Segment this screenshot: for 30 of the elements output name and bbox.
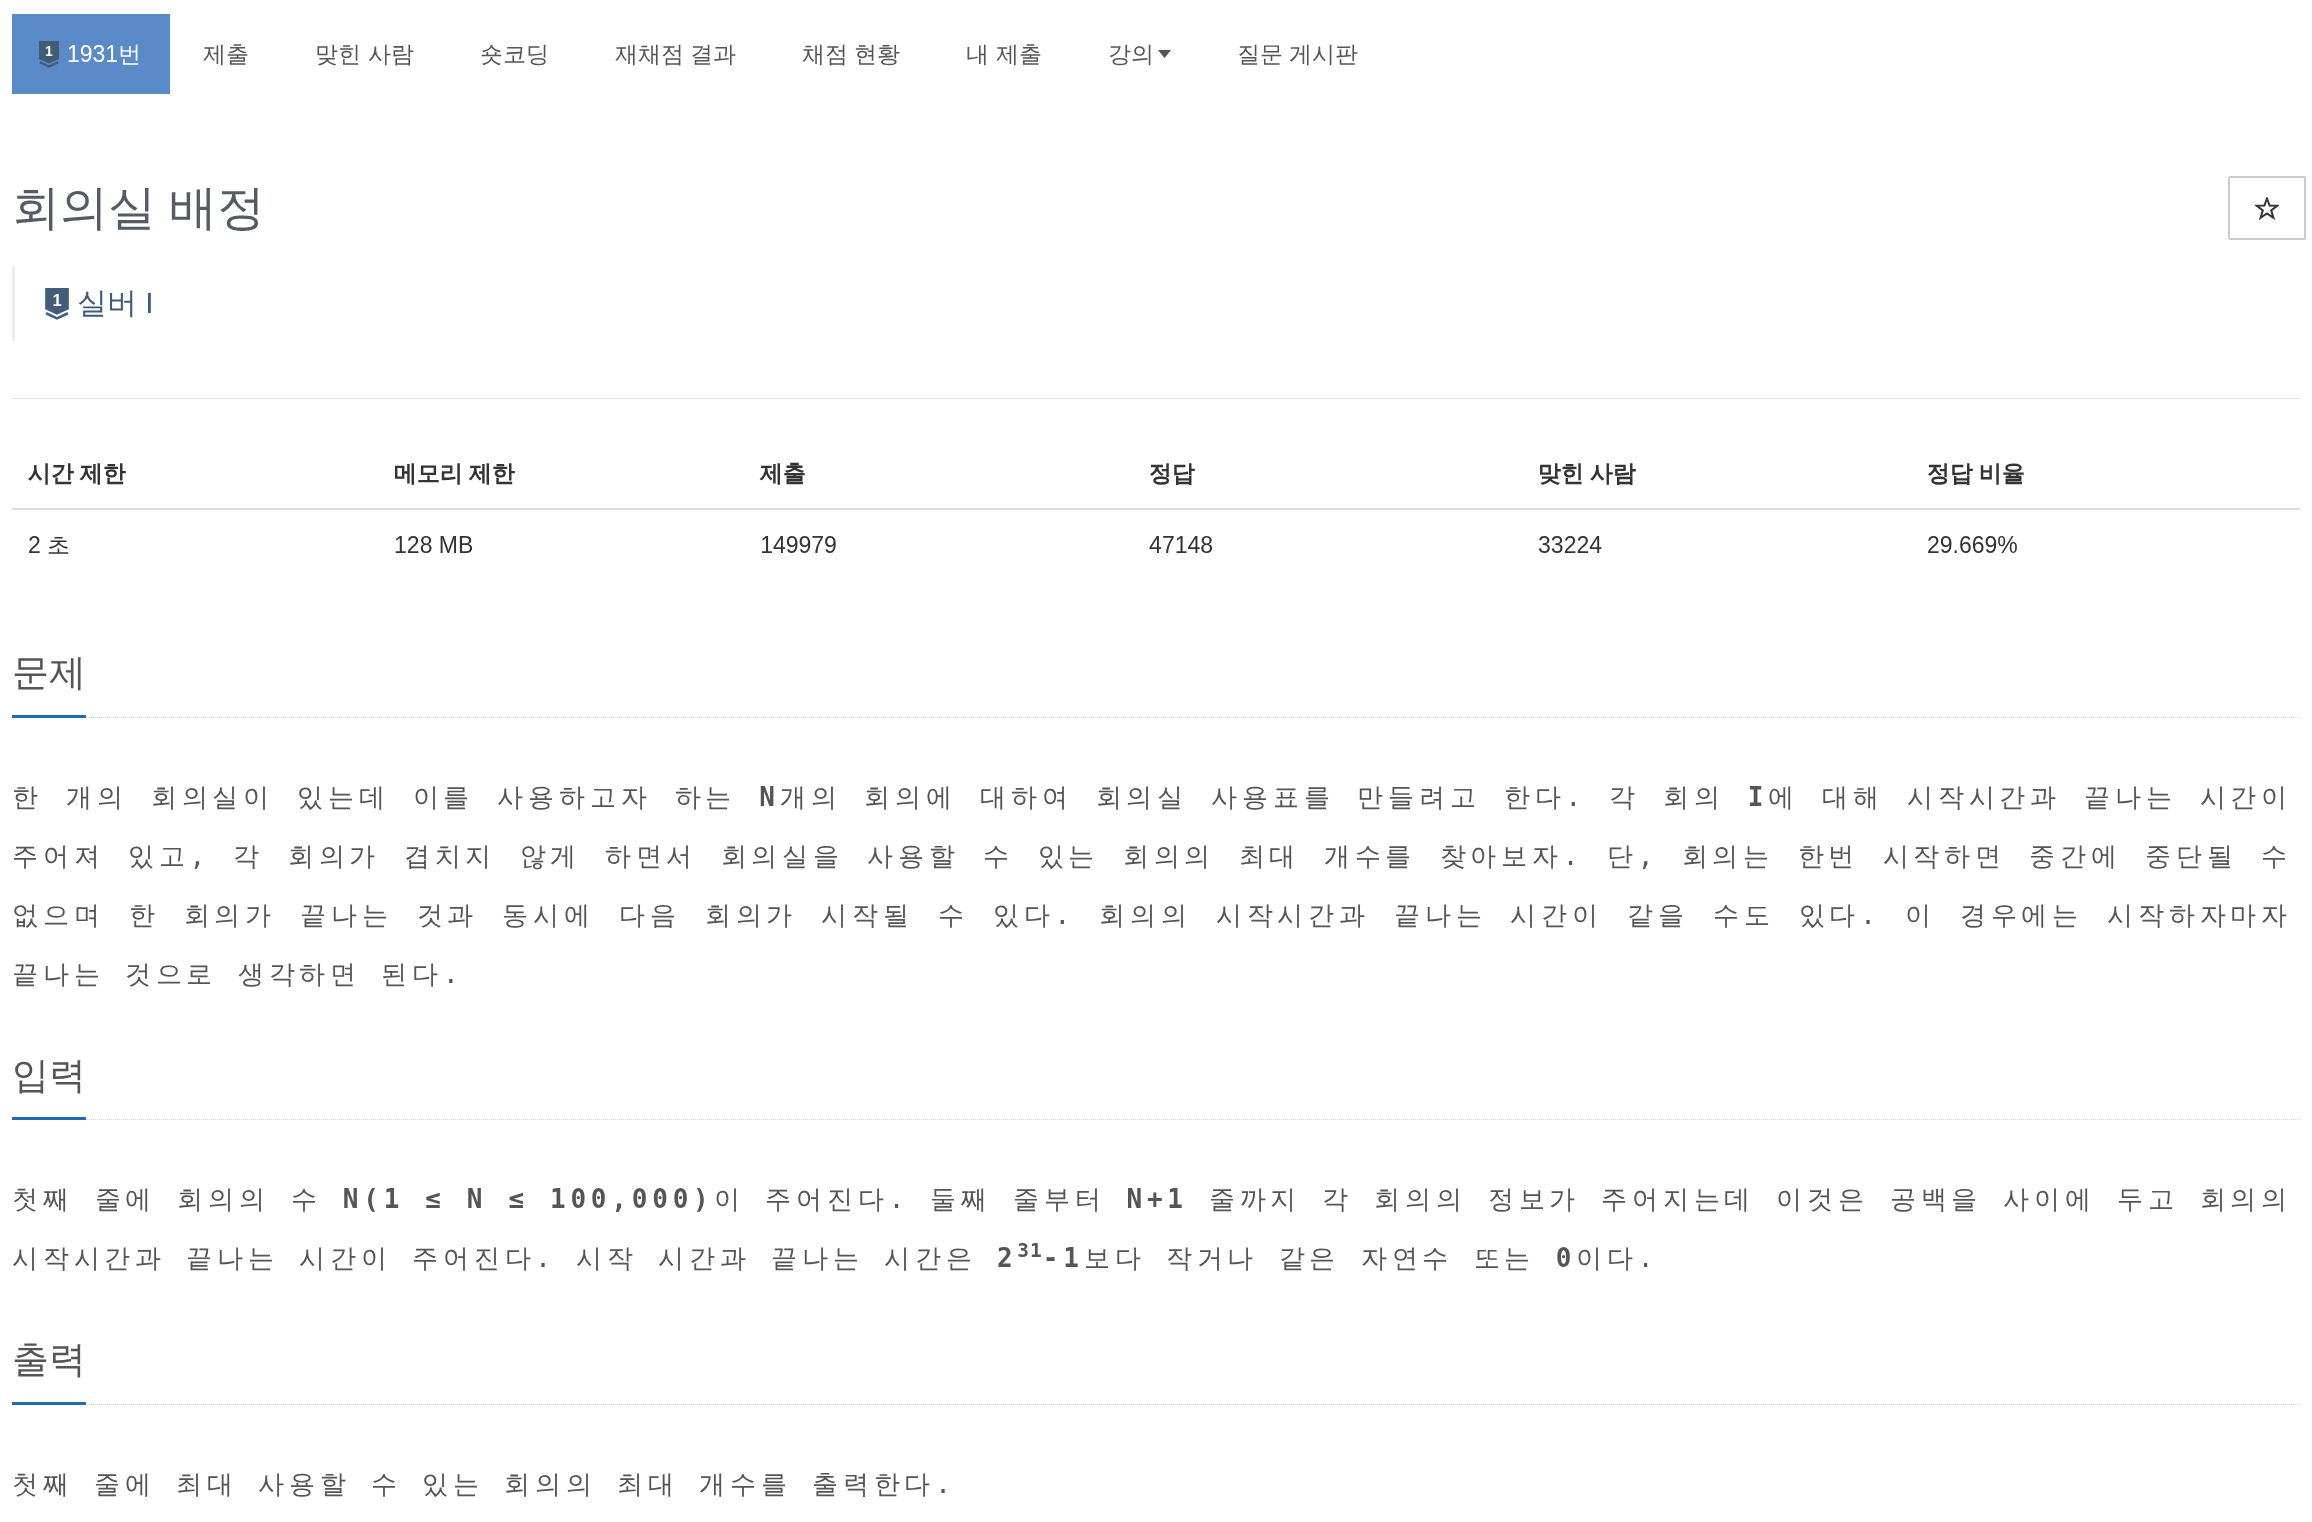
table-cell: 29.669% (1911, 509, 2300, 580)
table-header-cell: 정답 비율 (1911, 438, 2300, 509)
nav-tab[interactable]: 숏코딩 (446, 14, 582, 94)
nav-tab[interactable]: 재채점 결과 (581, 14, 769, 94)
nav-tab[interactable]: 채점 현황 (768, 14, 934, 94)
nav-tab[interactable]: 강의 (1074, 14, 1204, 94)
problem-title: 회의실 배정 (12, 181, 266, 235)
section-heading: 입력 (12, 1047, 86, 1121)
nav-tab[interactable]: 1 1931번 (12, 14, 171, 94)
favorite-button[interactable] (2228, 176, 2306, 240)
table-cell: 47148 (1133, 509, 1523, 580)
table-cell: 2 초 (12, 509, 379, 580)
nav-tab[interactable]: 맞힌 사람 (282, 14, 447, 94)
table-cell: 33224 (1522, 509, 1911, 580)
section-heading: 출력 (12, 1332, 86, 1406)
tier-link[interactable]: 실버 I (77, 283, 154, 324)
table-header-cell: 맞힌 사람 (1522, 438, 1911, 509)
caret-icon (1157, 50, 1171, 58)
table-cell: 128 MB (378, 509, 745, 580)
table-header-cell: 시간 제한 (12, 438, 379, 509)
table-header-cell: 제출 (744, 438, 1134, 509)
table-header-cell: 메모리 제한 (378, 438, 745, 509)
section-heading: 문제 (12, 645, 86, 718)
star-icon (2255, 196, 2279, 220)
table-cell: 149979 (744, 509, 1134, 580)
table-header-cell: 정답 (1133, 438, 1523, 509)
nav-tab[interactable]: 제출 (170, 14, 283, 94)
paragraph: 첫째 줄에 최대 사용할 수 있는 회의의 최대 개수를 출력한다. (12, 1468, 957, 1502)
nav-tab[interactable]: 내 제출 (933, 14, 1075, 94)
nav-tab[interactable]: 질문 게시판 (1203, 14, 1392, 94)
